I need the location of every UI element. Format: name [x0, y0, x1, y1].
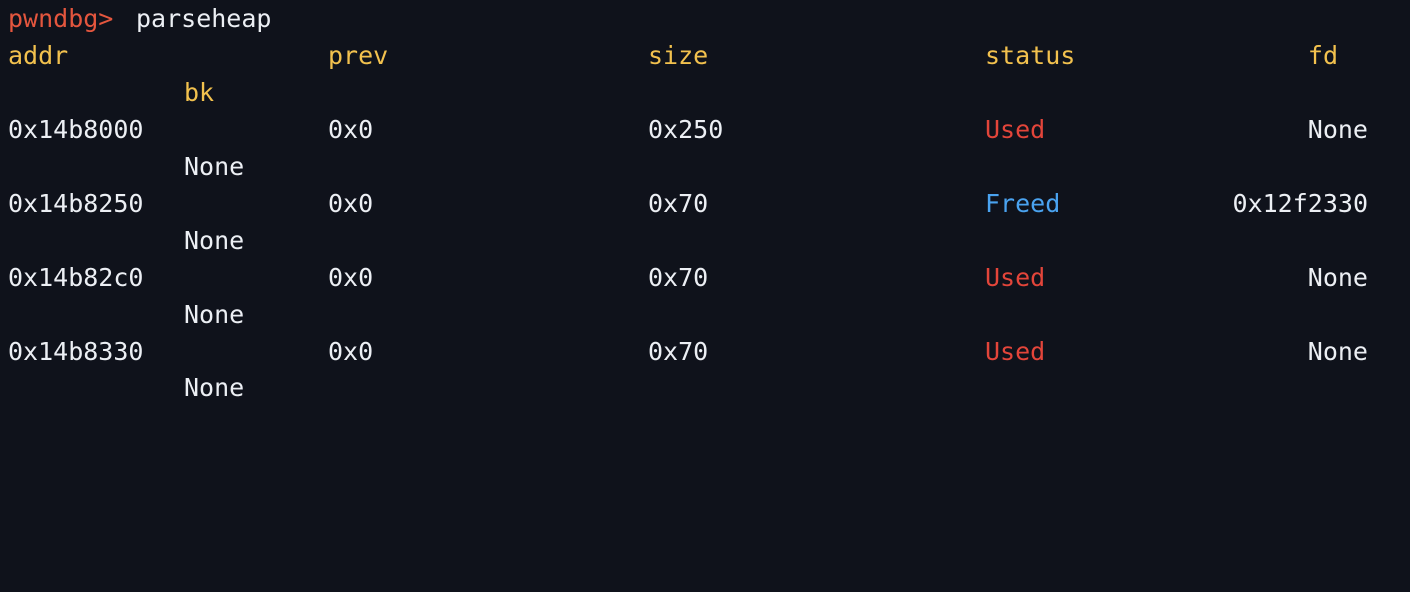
cell-addr: 0x14b82c0	[8, 263, 144, 292]
cell-size: 0x250	[648, 115, 724, 144]
cell-prev: 0x0	[328, 189, 374, 218]
cell-fd: None	[1307, 263, 1368, 292]
cell-prev: 0x0	[328, 263, 374, 292]
header-status: status	[985, 41, 1076, 70]
cell-status: Used	[985, 263, 1046, 292]
header-fd: fd	[1307, 41, 1338, 70]
header-bk: bk	[184, 78, 215, 107]
terminal-window[interactable]: pwndbg> parseheap addr prev size status …	[0, 0, 1410, 406]
table-row-wrap: None	[0, 369, 1410, 406]
cell-prev: 0x0	[328, 337, 374, 366]
cell-bk: None	[184, 300, 245, 329]
prompt-label: pwndbg>	[8, 4, 114, 33]
cell-bk: None	[184, 226, 245, 255]
cell-prev: 0x0	[328, 115, 374, 144]
command-text: parseheap	[136, 4, 272, 33]
prompt-line: pwndbg> parseheap	[0, 0, 1410, 37]
cell-fd: None	[1307, 115, 1368, 144]
cell-size: 0x70	[648, 189, 709, 218]
header-size: size	[648, 41, 709, 70]
cell-addr: 0x14b8000	[8, 115, 144, 144]
cell-fd: None	[1307, 337, 1368, 366]
table-header-wrap: bk	[0, 74, 1410, 111]
table-row-wrap: None	[0, 296, 1410, 333]
table-header: addr prev size status fd	[0, 37, 1410, 74]
table-row-wrap: None	[0, 148, 1410, 185]
header-prev: prev	[328, 41, 389, 70]
table-row: 0x14b8250 0x0 0x70 Freed 0x12f2330	[0, 185, 1410, 222]
cell-status: Used	[985, 115, 1046, 144]
table-row: 0x14b82c0 0x0 0x70 Used None	[0, 259, 1410, 296]
table-row: 0x14b8000 0x0 0x250 Used None	[0, 111, 1410, 148]
cell-bk: None	[184, 373, 245, 402]
cell-addr: 0x14b8330	[8, 337, 144, 366]
table-row-wrap: None	[0, 222, 1410, 259]
cell-size: 0x70	[648, 263, 709, 292]
table-row: 0x14b8330 0x0 0x70 Used None	[0, 333, 1410, 370]
cell-addr: 0x14b8250	[8, 189, 144, 218]
header-addr: addr	[8, 41, 69, 70]
cell-status: Freed	[985, 189, 1061, 218]
cell-status: Used	[985, 337, 1046, 366]
cell-bk: None	[184, 152, 245, 181]
cell-size: 0x70	[648, 337, 709, 366]
cell-fd: 0x12f2330	[1232, 189, 1368, 218]
